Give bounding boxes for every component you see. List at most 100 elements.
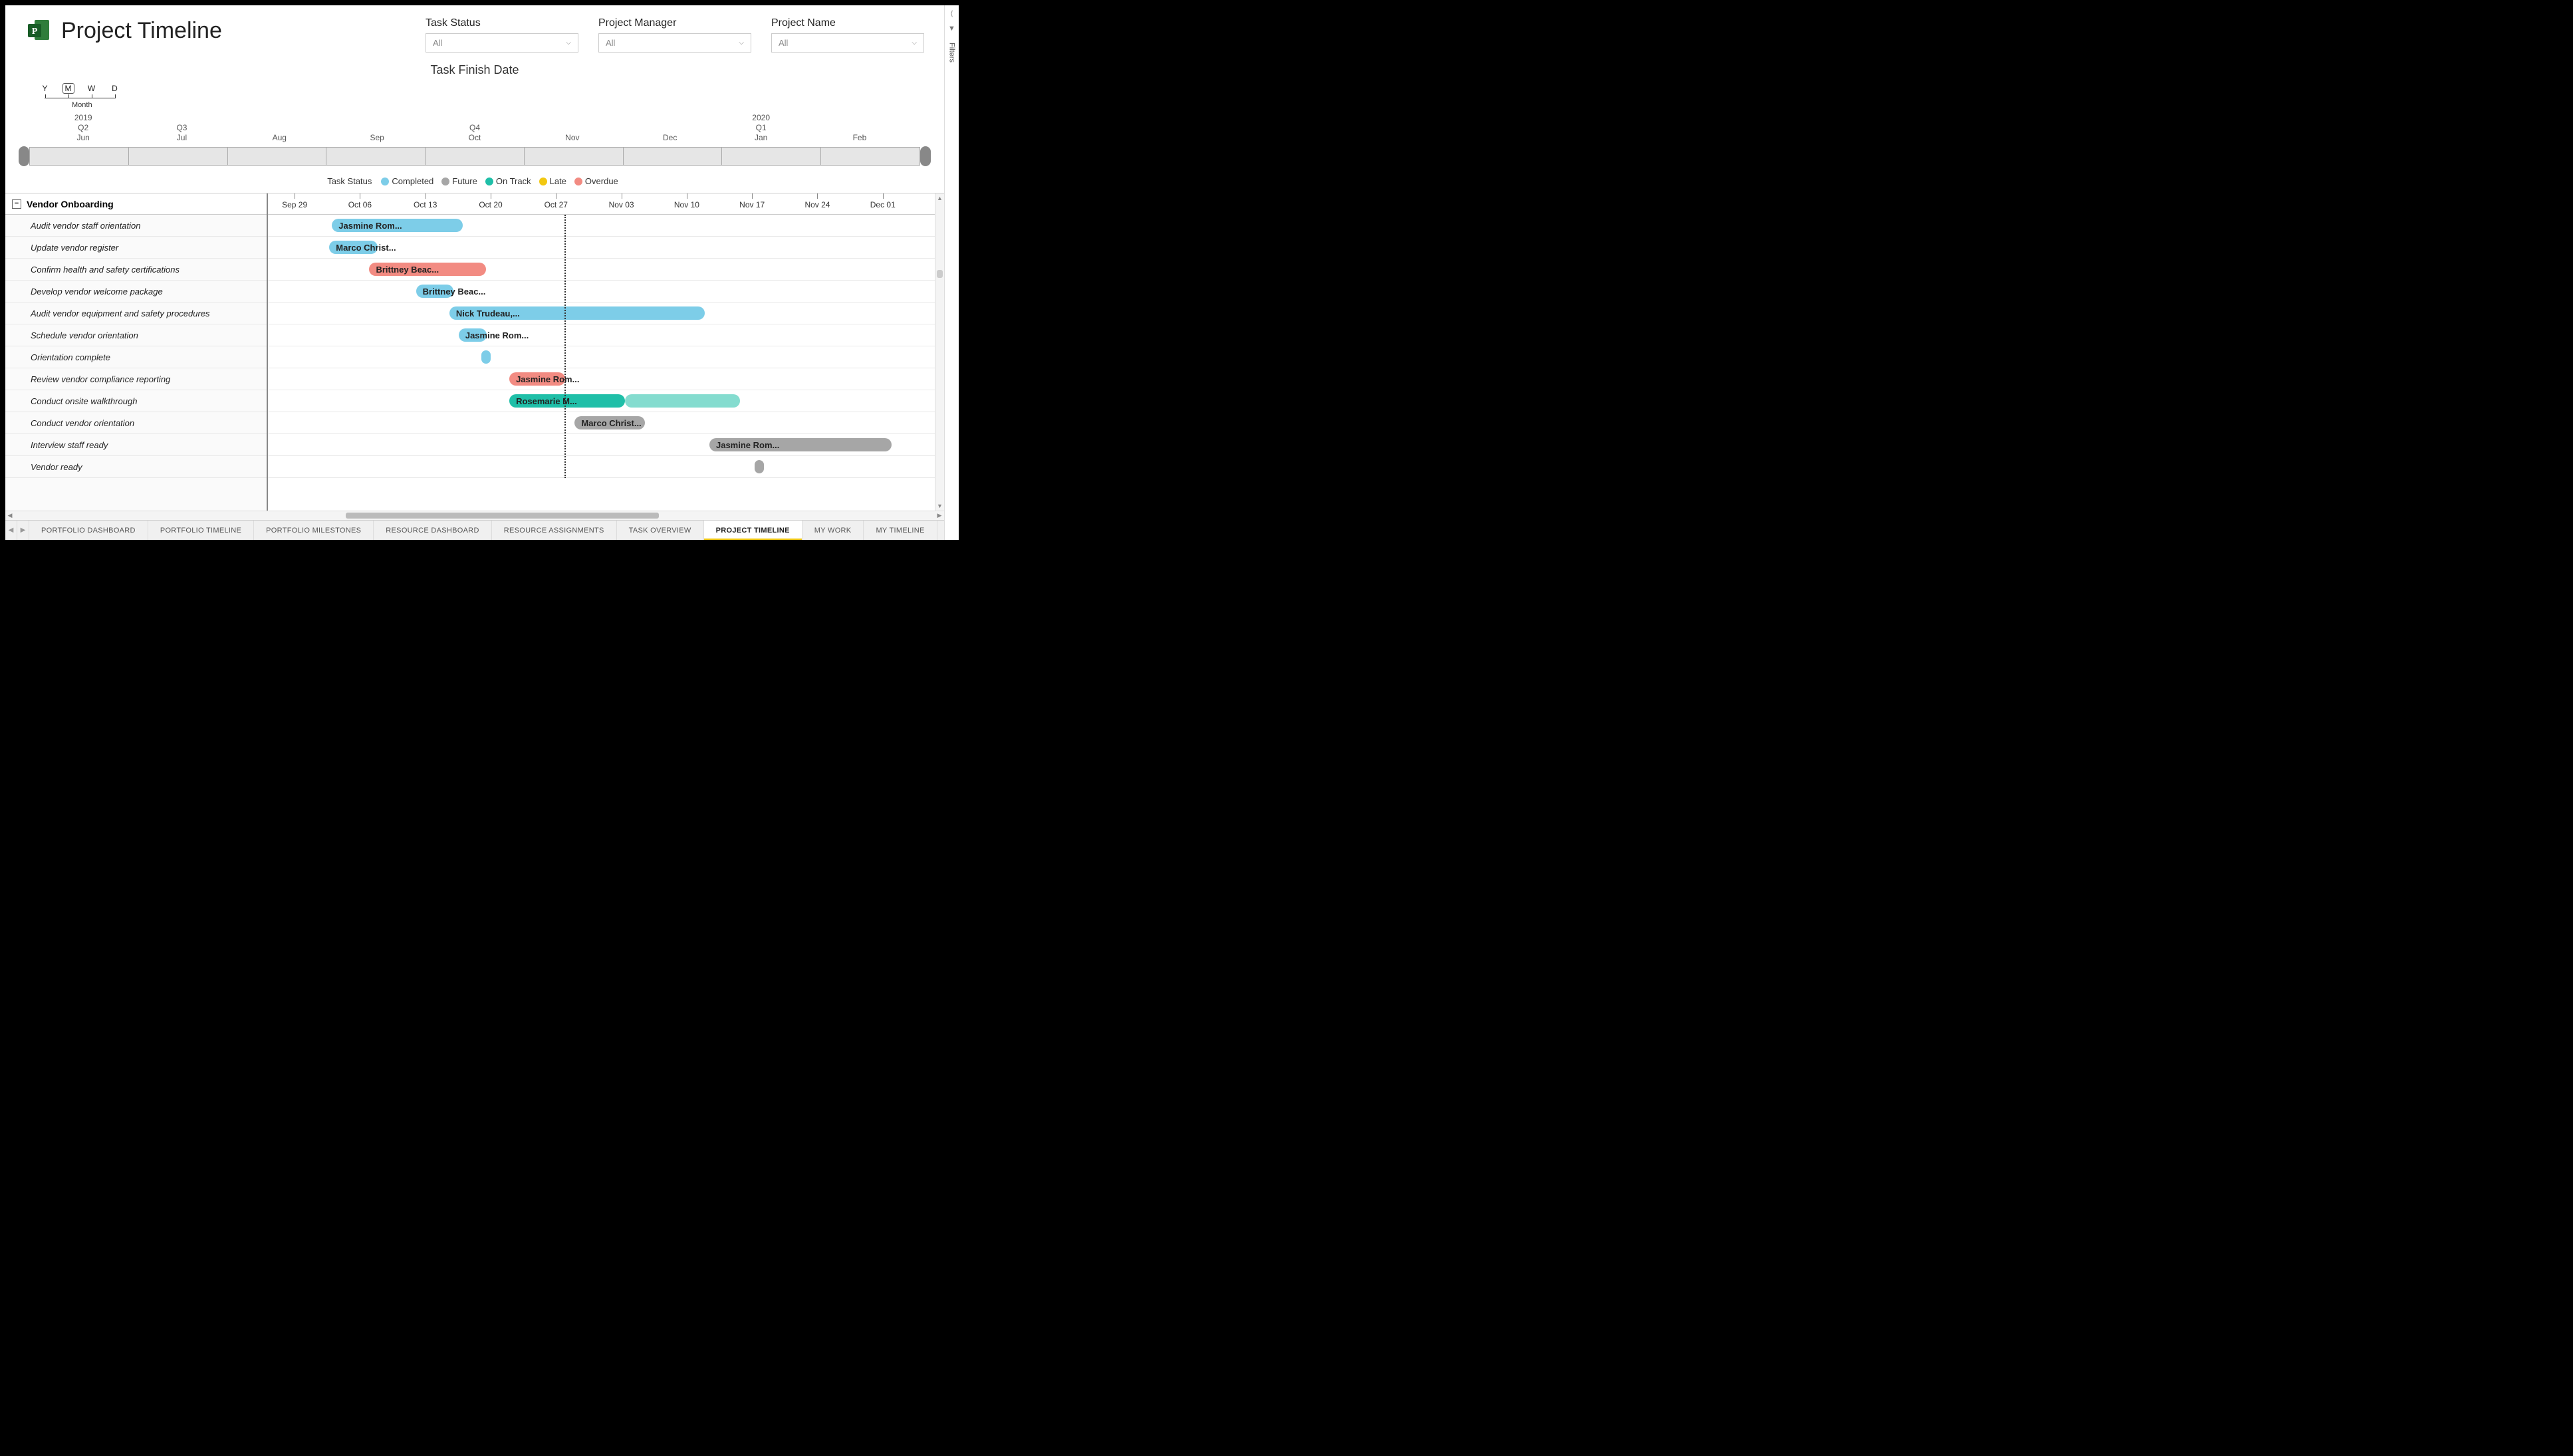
gantt-bar[interactable]: Jasmine Rom... xyxy=(509,372,565,386)
gantt-row: Jasmine Rom... xyxy=(268,434,935,456)
gantt-column-label: Sep 29 xyxy=(282,200,307,209)
gantt-bar[interactable] xyxy=(481,350,491,364)
collapse-group-button[interactable]: − xyxy=(12,199,21,209)
tab-portfolio-milestones[interactable]: PORTFOLIO MILESTONES xyxy=(254,521,374,540)
task-row-label[interactable]: Conduct vendor orientation xyxy=(5,412,267,434)
gantt-bar[interactable] xyxy=(755,460,764,473)
task-row-label[interactable]: Interview staff ready xyxy=(5,434,267,456)
range-cell[interactable] xyxy=(30,148,129,165)
chart-subtitle: Task Finish Date xyxy=(5,63,944,77)
legend-dot xyxy=(574,178,582,185)
range-cell[interactable] xyxy=(821,148,919,165)
legend-dot xyxy=(485,178,493,185)
zoom-option-W[interactable]: W xyxy=(88,84,95,93)
report-tabs-bar: ◀ ▶ PORTFOLIO DASHBOARDPORTFOLIO TIMELIN… xyxy=(5,520,944,540)
axis-label: Oct xyxy=(469,133,481,142)
task-row-label[interactable]: Confirm health and safety certifications xyxy=(5,259,267,281)
legend-title: Task Status xyxy=(327,176,372,186)
tab-portfolio-timeline[interactable]: PORTFOLIO TIMELINE xyxy=(148,521,254,540)
gantt-bar[interactable]: Brittney Beac... xyxy=(369,263,486,276)
legend-item[interactable]: Overdue xyxy=(574,176,618,186)
tab-resource-dashboard[interactable]: RESOURCE DASHBOARD xyxy=(374,521,491,540)
gantt-bar[interactable]: Nick Trudeau,... xyxy=(449,306,705,320)
task-row-label[interactable]: Schedule vendor orientation xyxy=(5,324,267,346)
tab-nav-prev[interactable]: ◀ xyxy=(5,521,17,540)
scroll-right-arrow[interactable]: ▶ xyxy=(935,511,944,520)
axis-label: Q1 xyxy=(756,123,767,132)
axis-label: Feb xyxy=(853,133,867,142)
legend-item[interactable]: Completed xyxy=(381,176,433,186)
task-row-label[interactable]: Review vendor compliance reporting xyxy=(5,368,267,390)
gantt-bar[interactable]: Marco Christ... xyxy=(574,416,644,429)
axis-label: Q4 xyxy=(469,123,480,132)
axis-label: Q3 xyxy=(176,123,187,132)
legend-item[interactable]: On Track xyxy=(485,176,531,186)
filters-pane-label[interactable]: Filters xyxy=(948,43,956,62)
gantt-bar[interactable]: Brittney Beac... xyxy=(416,285,453,298)
gantt-column-label: Nov 24 xyxy=(804,200,830,209)
gantt-bar[interactable]: Jasmine Rom... xyxy=(332,219,463,232)
zoom-option-D[interactable]: D xyxy=(112,84,118,93)
range-cell[interactable] xyxy=(426,148,525,165)
gantt-row: Marco Christ... xyxy=(268,412,935,434)
tab-task-overview[interactable]: TASK OVERVIEW xyxy=(617,521,704,540)
gantt-date-header: Sep 29Oct 06Oct 13Oct 20Oct 27Nov 03Nov … xyxy=(268,193,935,215)
hscroll-thumb[interactable] xyxy=(346,513,659,519)
date-range-slider[interactable] xyxy=(19,146,931,166)
range-cell[interactable] xyxy=(525,148,624,165)
gantt-column-label: Nov 03 xyxy=(609,200,634,209)
tab-project-timeline[interactable]: PROJECT TIMELINE xyxy=(704,521,802,540)
axis-label: Sep xyxy=(370,133,384,142)
range-cell[interactable] xyxy=(722,148,821,165)
gantt-row: Rosemarie M... xyxy=(268,390,935,412)
range-handle-right[interactable] xyxy=(920,146,931,166)
gantt-bar[interactable] xyxy=(625,394,741,408)
legend-item[interactable]: Late xyxy=(539,176,566,186)
legend-item[interactable]: Future xyxy=(441,176,477,186)
task-row-label[interactable]: Audit vendor staff orientation xyxy=(5,215,267,237)
filter-select-task status[interactable]: All⌵ xyxy=(426,33,578,53)
filter-select-project name[interactable]: All⌵ xyxy=(771,33,924,53)
funnel-icon[interactable]: ▼ xyxy=(948,25,955,33)
horizontal-scrollbar[interactable]: ◀ ▶ xyxy=(5,511,944,520)
range-cell[interactable] xyxy=(624,148,723,165)
overview-time-axis: 20192020Q2Q3Q4Q1JunJulAugSepOctNovDecJan… xyxy=(5,113,944,145)
zoom-level-selector[interactable]: YMWD xyxy=(33,84,126,93)
gantt-vertical-scrollbar[interactable]: ▲ ▼ xyxy=(935,193,944,511)
tab-my-work[interactable]: MY WORK xyxy=(802,521,864,540)
range-cell[interactable] xyxy=(326,148,426,165)
status-legend: Task Status Completed Future On Track Late Ov… xyxy=(5,176,944,186)
collapse-filters-icon[interactable]: ⟨ xyxy=(950,9,953,18)
legend-dot xyxy=(381,178,389,185)
task-row-label[interactable]: Conduct onsite walkthrough xyxy=(5,390,267,412)
vscroll-thumb[interactable] xyxy=(937,270,943,278)
page-title: Project Timeline xyxy=(61,18,222,44)
task-row-label[interactable]: Audit vendor equipment and safety proced… xyxy=(5,303,267,324)
gantt-row: Brittney Beac... xyxy=(268,281,935,303)
scroll-down-arrow[interactable]: ▼ xyxy=(935,501,944,511)
range-cell[interactable] xyxy=(228,148,327,165)
task-row-label[interactable]: Develop vendor welcome package xyxy=(5,281,267,303)
gantt-row: Marco Christ... xyxy=(268,237,935,259)
gantt-bar[interactable]: Jasmine Rom... xyxy=(709,438,892,451)
tab-resource-assignments[interactable]: RESOURCE ASSIGNMENTS xyxy=(492,521,617,540)
task-row-label[interactable]: Update vendor register xyxy=(5,237,267,259)
zoom-option-Y[interactable]: Y xyxy=(42,84,47,93)
zoom-option-M[interactable]: M xyxy=(62,83,74,94)
tab-my-timeline[interactable]: MY TIMELINE xyxy=(864,521,937,540)
gantt-column-label: Oct 13 xyxy=(414,200,437,209)
filter-select-project manager[interactable]: All⌵ xyxy=(598,33,751,53)
range-cell[interactable] xyxy=(129,148,228,165)
gantt-row xyxy=(268,346,935,368)
project-logo-icon: P xyxy=(25,17,52,44)
gantt-bar[interactable]: Jasmine Rom... xyxy=(459,328,487,342)
scroll-left-arrow[interactable]: ◀ xyxy=(5,511,15,520)
task-row-label[interactable]: Orientation complete xyxy=(5,346,267,368)
scroll-up-arrow[interactable]: ▲ xyxy=(935,193,944,203)
range-handle-left[interactable] xyxy=(19,146,29,166)
tab-nav-next[interactable]: ▶ xyxy=(17,521,29,540)
gantt-bar[interactable]: Rosemarie M... xyxy=(509,394,625,408)
tab-portfolio-dashboard[interactable]: PORTFOLIO DASHBOARD xyxy=(29,521,148,540)
task-row-label[interactable]: Vendor ready xyxy=(5,456,267,478)
gantt-bar[interactable]: Marco Christ... xyxy=(329,241,378,254)
